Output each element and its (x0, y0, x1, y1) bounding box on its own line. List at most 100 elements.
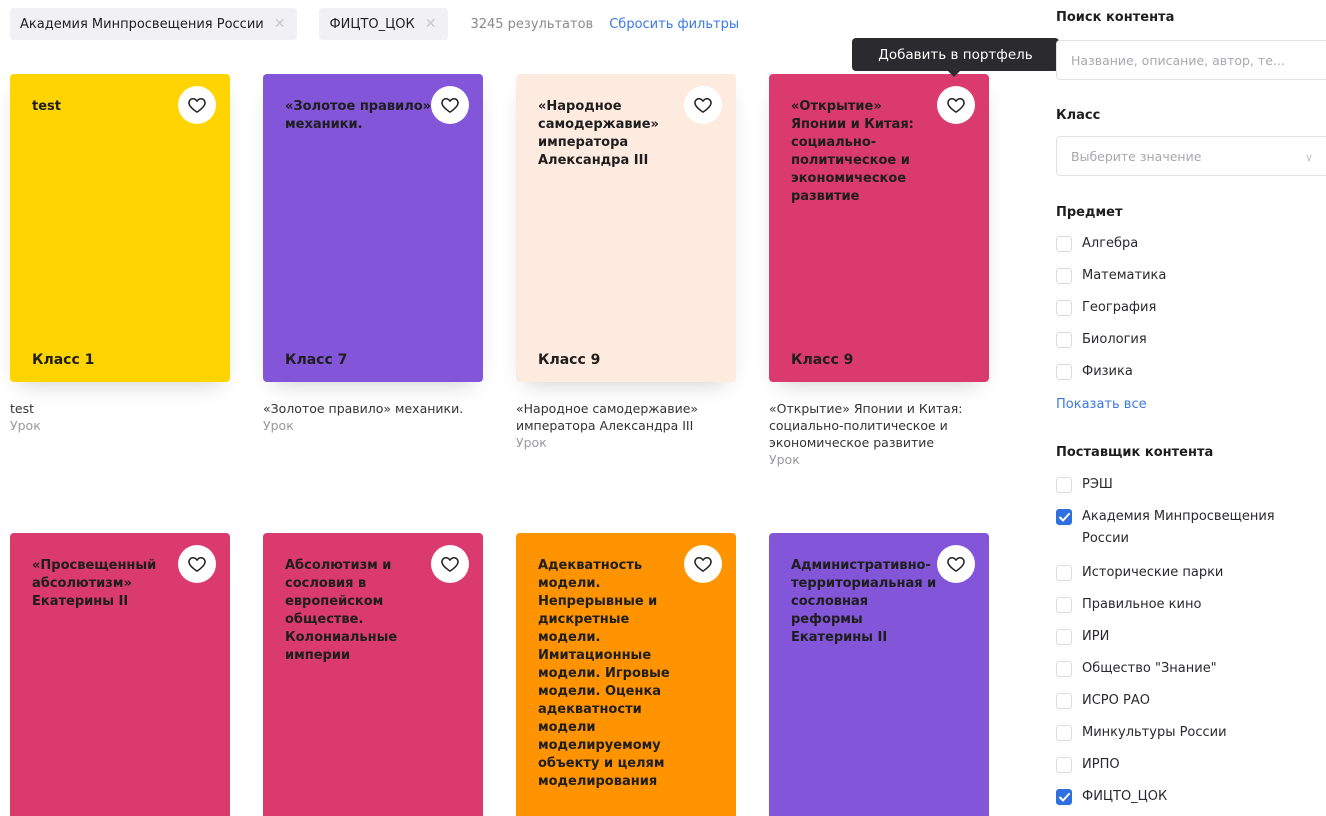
check-icon (1058, 512, 1070, 521)
checkbox-row[interactable]: Математика (1056, 265, 1316, 287)
cover-class-label: Класс 1 (32, 352, 95, 368)
cover-title: «Просвещенный абсолютизм» Екатерины II (32, 558, 157, 609)
reset-filters-link[interactable]: Сбросить фильтры (609, 17, 739, 32)
card-type: Урок (263, 418, 294, 433)
checkbox-label: ИРИ (1082, 629, 1110, 644)
heart-icon[interactable] (937, 545, 975, 583)
checkbox-label: Физика (1082, 364, 1133, 379)
heart-icon[interactable] (178, 545, 216, 583)
content-card[interactable]: «Открытие» Японии и Китая: социально-пол… (769, 74, 989, 468)
checkbox-label: ФИЦТО_ЦОК (1082, 789, 1168, 804)
checkbox[interactable] (1056, 364, 1072, 380)
checkbox-checked[interactable] (1056, 789, 1072, 805)
card-name[interactable]: «Открытие» Японии и Китая: социально-пол… (769, 400, 989, 451)
search-input[interactable] (1056, 40, 1326, 80)
checkbox-label: Общество "Знание" (1082, 661, 1217, 676)
heart-icon[interactable] (178, 86, 216, 124)
checkbox-checked[interactable] (1056, 509, 1072, 525)
filter-chip-label: Академия Минпросвещения России (20, 16, 264, 32)
cover-title: «Открытие» Японии и Китая: социально-пол… (791, 99, 914, 204)
checkbox[interactable] (1056, 332, 1072, 348)
content-card[interactable]: Адекватность модели. Непрерывные и дискр… (516, 533, 736, 816)
card-name[interactable]: «Народное самодержавие» императора Алекс… (516, 400, 736, 434)
heart-icon[interactable] (937, 86, 975, 124)
card-name[interactable]: test (10, 400, 230, 417)
checkbox-row[interactable]: Биология (1056, 329, 1316, 351)
checkbox-row[interactable]: Правильное кино (1056, 594, 1316, 616)
checkbox-label: Исторические парки (1082, 565, 1224, 580)
content-card[interactable]: test Класс 1 test Урок (10, 74, 230, 434)
cover-title: «Золотое правило» механики. (285, 99, 432, 132)
checkbox-label: Минкультуры России (1082, 725, 1227, 740)
checkbox-label: Биология (1082, 332, 1147, 347)
heart-icon[interactable] (684, 545, 722, 583)
card-type: Урок (769, 452, 800, 467)
card-name[interactable]: «Золотое правило» механики. (263, 400, 483, 417)
checkbox[interactable] (1056, 477, 1072, 493)
content-card[interactable]: «Просвещенный абсолютизм» Екатерины II (10, 533, 230, 816)
checkbox-label: География (1082, 300, 1157, 315)
checkbox[interactable] (1056, 236, 1072, 252)
checkbox[interactable] (1056, 565, 1072, 581)
checkbox-label: Правильное кино (1082, 597, 1202, 612)
checkbox-row[interactable]: Исторические парки (1056, 562, 1316, 584)
checkbox-row[interactable]: География (1056, 297, 1316, 319)
heart-icon[interactable] (431, 86, 469, 124)
checkbox-row[interactable]: Общество "Знание" (1056, 658, 1316, 680)
checkbox-label: Математика (1082, 268, 1167, 283)
checkbox[interactable] (1056, 693, 1072, 709)
checkbox-row[interactable]: Академия Минпросвещения России (1056, 506, 1316, 550)
card-cover[interactable]: Административно-территориальная и сослов… (769, 533, 989, 816)
checkbox[interactable] (1056, 757, 1072, 773)
checkbox-label: Алгебра (1082, 236, 1139, 251)
checkbox-row[interactable]: ФИЦТО_ЦОК (1056, 786, 1316, 808)
class-select[interactable]: Выберите значение ∨ (1056, 136, 1326, 176)
class-section-title: Класс (1056, 108, 1101, 123)
active-filters: Академия Минпросвещения России ✕ ФИЦТО_Ц… (10, 8, 739, 40)
checkbox[interactable] (1056, 268, 1072, 284)
checkbox[interactable] (1056, 597, 1072, 613)
checkbox[interactable] (1056, 629, 1072, 645)
checkbox[interactable] (1056, 661, 1072, 677)
cover-title: «Народное самодержавие» императора Алекс… (538, 99, 659, 168)
subject-section-title: Предмет (1056, 205, 1123, 220)
card-cover[interactable]: «Просвещенный абсолютизм» Екатерины II (10, 533, 230, 816)
checkbox-row[interactable]: ИРИ (1056, 626, 1316, 648)
card-cover[interactable]: Абсолютизм и сословия в европейском обще… (263, 533, 483, 816)
provider-section-title: Поставщик контента (1056, 445, 1214, 460)
close-icon[interactable]: ✕ (425, 16, 437, 32)
cover-title: Адекватность модели. Непрерывные и дискр… (538, 558, 670, 789)
checkbox-label: Академия Минпросвещения России (1082, 509, 1275, 546)
close-icon[interactable]: ✕ (274, 16, 286, 32)
result-count: 3245 результатов (470, 16, 594, 32)
content-card[interactable]: Абсолютизм и сословия в европейском обще… (263, 533, 483, 816)
card-type: Урок (10, 418, 41, 433)
cover-class-label: Класс 9 (538, 352, 601, 368)
checkbox-label: ИРПО (1082, 757, 1120, 772)
card-cover[interactable]: test Класс 1 (10, 74, 230, 382)
checkbox[interactable] (1056, 725, 1072, 741)
checkbox-row[interactable]: РЭШ (1056, 474, 1316, 496)
content-card[interactable]: «Золотое правило» механики. Класс 7 «Зол… (263, 74, 483, 434)
filter-chip-ficto[interactable]: ФИЦТО_ЦОК ✕ (319, 8, 449, 40)
heart-icon[interactable] (684, 86, 722, 124)
heart-icon[interactable] (431, 545, 469, 583)
content-card[interactable]: «Народное самодержавие» императора Алекс… (516, 74, 736, 451)
checkbox-row[interactable]: ИРПО (1056, 754, 1316, 776)
card-cover[interactable]: «Открытие» Японии и Китая: социально-пол… (769, 74, 989, 382)
checkbox-row[interactable]: Алгебра (1056, 233, 1316, 255)
check-icon (1058, 792, 1070, 801)
search-section-title: Поиск контента (1056, 10, 1175, 25)
content-card[interactable]: Административно-территориальная и сослов… (769, 533, 989, 816)
checkbox[interactable] (1056, 300, 1072, 316)
show-all-subjects-link[interactable]: Показать все (1056, 397, 1147, 412)
card-cover[interactable]: Адекватность модели. Непрерывные и дискр… (516, 533, 736, 816)
checkbox-row[interactable]: ИСРО РАО (1056, 690, 1316, 712)
card-cover[interactable]: «Золотое правило» механики. Класс 7 (263, 74, 483, 382)
checkbox-row[interactable]: Физика (1056, 361, 1316, 383)
cover-class-label: Класс 9 (791, 352, 854, 368)
checkbox-label: РЭШ (1082, 477, 1113, 492)
checkbox-row[interactable]: Минкультуры России (1056, 722, 1316, 744)
filter-chip-academy[interactable]: Академия Минпросвещения России ✕ (10, 8, 298, 40)
card-cover[interactable]: «Народное самодержавие» императора Алекс… (516, 74, 736, 382)
